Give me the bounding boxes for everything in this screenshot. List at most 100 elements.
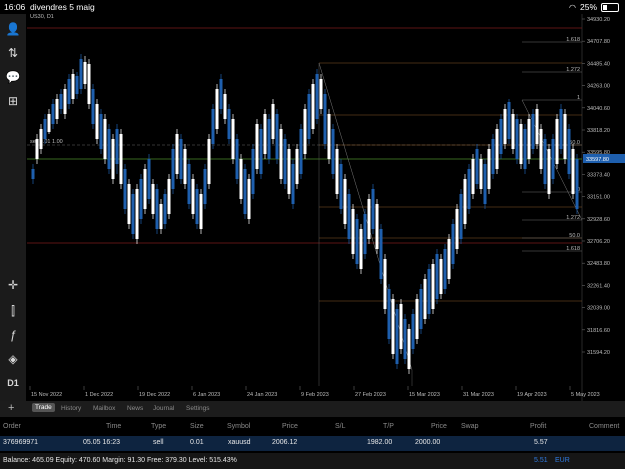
- new-order-icon[interactable]: ⊞: [0, 94, 26, 108]
- fib-level-label: 1.272: [566, 215, 580, 221]
- row-profit: 5.57: [534, 439, 548, 446]
- candle-body: [251, 149, 255, 194]
- battery-icon: [601, 2, 619, 12]
- price-tick-label: 34485.40: [587, 61, 610, 67]
- date-tick-label: 15 Mar 2023: [409, 392, 440, 398]
- candle-body: [175, 134, 179, 174]
- candle-body: [179, 139, 183, 179]
- add-icon[interactable]: +: [8, 402, 14, 414]
- candle-body: [263, 114, 267, 154]
- price-tick-label: 32039.00: [587, 306, 610, 312]
- price-tick-label: 32483.80: [587, 261, 610, 267]
- candle-body: [499, 119, 503, 154]
- fib-level-label: 1.618: [566, 246, 580, 252]
- candle-body: [55, 99, 59, 119]
- candle-body: [551, 139, 555, 179]
- candle-body: [291, 164, 295, 204]
- candle-body: [399, 304, 403, 349]
- chart-type-icon[interactable]: ⫿: [0, 304, 26, 319]
- price-tick-label: 31816.60: [587, 328, 610, 334]
- candle-body: [167, 179, 171, 214]
- candle-body: [67, 79, 71, 104]
- candle-body: [511, 114, 515, 149]
- candle-body: [75, 76, 79, 94]
- candle-body: [527, 119, 531, 159]
- candle-body: [211, 109, 215, 144]
- candle-body: [171, 149, 175, 189]
- total-profit: 5.51: [534, 457, 548, 464]
- timeframe-button[interactable]: D1: [0, 378, 26, 388]
- candle-body: [307, 94, 311, 139]
- candle-body: [155, 189, 159, 229]
- row-tp: 1982.00: [367, 439, 393, 446]
- tab-history[interactable]: History: [61, 405, 81, 412]
- candle-body: [271, 104, 275, 139]
- tab-news[interactable]: News: [127, 405, 143, 412]
- candle-body: [239, 159, 243, 199]
- balance-line: Balance: 465.09 Equity: 470.60 Margin: 9…: [3, 457, 237, 464]
- indicators-icon[interactable]: ƒ: [0, 328, 26, 342]
- candle-body: [127, 184, 131, 224]
- candle-body: [219, 79, 223, 109]
- candle-body: [547, 149, 551, 194]
- fib-level-label: 1.272: [566, 67, 580, 73]
- candle-body: [563, 114, 567, 159]
- candle-body: [507, 102, 511, 139]
- candle-body: [451, 224, 455, 264]
- candle-body: [427, 269, 431, 314]
- tab-journal[interactable]: Journal: [153, 405, 174, 412]
- candle-body: [395, 309, 399, 364]
- account-icon[interactable]: 👤: [0, 22, 26, 36]
- candle-body: [379, 229, 383, 279]
- candle-body: [111, 139, 115, 179]
- candle-body: [227, 109, 231, 139]
- date-tick-label: 9 Feb 2023: [301, 392, 329, 398]
- candle-body: [363, 214, 367, 254]
- header-profit: Profit: [530, 423, 547, 430]
- candle-body: [535, 109, 539, 144]
- date-tick-label: 6 Jan 2023: [193, 392, 220, 398]
- candle-body: [331, 129, 335, 174]
- candle-body: [559, 109, 563, 149]
- candle-body: [235, 139, 239, 179]
- date-tick-label: 24 Jan 2023: [247, 392, 277, 398]
- candle-body: [51, 104, 55, 124]
- candle-body: [491, 139, 495, 174]
- price-chart[interactable]: 34930.20 34707.80 34485.40 34263.00 34040.60…: [27, 14, 625, 401]
- candle-body: [555, 119, 559, 164]
- candle-body: [255, 124, 259, 169]
- candle-body: [243, 169, 247, 214]
- candle-body: [147, 159, 151, 199]
- candle-body: [163, 194, 167, 224]
- row-size: 0.01: [190, 439, 204, 446]
- tab-settings[interactable]: Settings: [186, 405, 210, 412]
- header-symbol: Symbol: [227, 423, 251, 430]
- trade-arrows-icon[interactable]: ⇅: [0, 46, 26, 60]
- candle-body: [419, 289, 423, 329]
- candle-body: [35, 139, 39, 159]
- candle-body: [495, 129, 499, 169]
- candle-body: [123, 169, 127, 209]
- candle-body: [327, 114, 331, 159]
- chart-canvas[interactable]: 34930.20 34707.80 34485.40 34263.00 34040.60…: [27, 14, 625, 401]
- header-price: Price: [282, 423, 298, 430]
- tab-trade[interactable]: Trade: [32, 403, 55, 412]
- candle-body: [139, 179, 143, 219]
- objects-icon[interactable]: ◈: [0, 352, 26, 366]
- candle-body: [367, 199, 371, 239]
- candle-body: [223, 94, 227, 119]
- candle-body: [43, 119, 47, 139]
- candle-body: [443, 249, 447, 289]
- table-row[interactable]: 376969971 05.05 16:23 sell 0.01 xauusd 2…: [0, 436, 625, 451]
- crosshair-icon[interactable]: ✛: [0, 278, 26, 292]
- tab-mailbox[interactable]: Mailbox: [93, 405, 115, 412]
- chart-symbol: US30, D1: [30, 14, 54, 20]
- candle-body: [355, 219, 359, 264]
- date-tick-label: 19 Apr 2023: [517, 392, 547, 398]
- candle-body: [415, 299, 419, 339]
- header-comment: Comment: [589, 423, 620, 430]
- candle-body: [215, 89, 219, 129]
- header-sl: S/L: [335, 423, 346, 430]
- chat-icon[interactable]: 💬: [0, 70, 26, 84]
- fib-level-label: 50.0: [569, 233, 580, 239]
